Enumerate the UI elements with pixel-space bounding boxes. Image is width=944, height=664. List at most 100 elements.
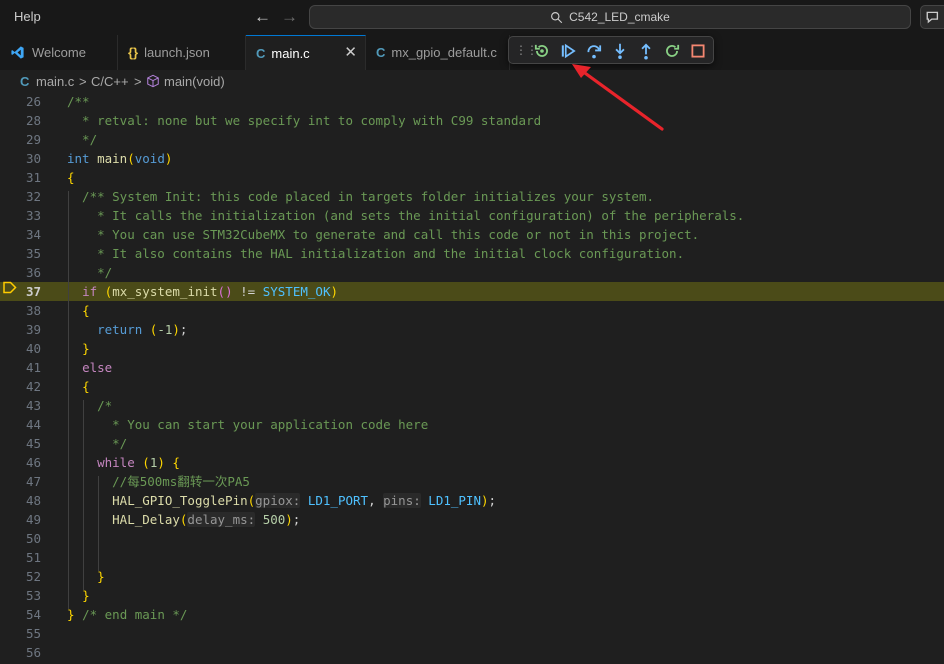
method-cube-icon bbox=[147, 74, 159, 88]
code-line[interactable]: 40 } bbox=[0, 339, 944, 358]
code-line[interactable]: 43 /* bbox=[0, 396, 944, 415]
code-line[interactable]: 29 */ bbox=[0, 130, 944, 149]
code-text: } bbox=[82, 588, 90, 603]
line-number[interactable]: 38 bbox=[0, 301, 41, 320]
line-number[interactable]: 46 bbox=[0, 453, 41, 472]
code-line[interactable]: 34 * You can use STM32CubeMX to generate… bbox=[0, 225, 944, 244]
line-number[interactable]: 36 bbox=[0, 263, 41, 282]
code-line[interactable]: 50 bbox=[0, 529, 944, 548]
menu-help[interactable]: Help bbox=[14, 9, 41, 24]
restart-icon[interactable] bbox=[533, 42, 551, 60]
line-number[interactable]: 52 bbox=[0, 567, 41, 586]
code-text: int main(void) bbox=[67, 151, 173, 166]
code-text: */ bbox=[67, 265, 113, 280]
line-number[interactable]: 51 bbox=[0, 548, 41, 567]
breadcrumb-symbol[interactable]: main(void) bbox=[164, 74, 225, 89]
line-number[interactable]: 39 bbox=[0, 320, 41, 339]
code-line[interactable]: 33 * It calls the initialization (and se… bbox=[0, 206, 944, 225]
code-line[interactable]: 41 else bbox=[0, 358, 944, 377]
search-label: C542_LED_cmake bbox=[569, 10, 670, 24]
line-number[interactable]: 45 bbox=[0, 434, 41, 453]
line-number[interactable]: 32 bbox=[0, 187, 41, 206]
line-number[interactable]: 29 bbox=[0, 130, 41, 149]
line-number[interactable]: 48 bbox=[0, 491, 41, 510]
close-icon[interactable]: ✕ bbox=[344, 45, 357, 61]
stop-icon[interactable] bbox=[689, 42, 707, 60]
line-number[interactable]: 49 bbox=[0, 510, 41, 529]
code-text: * It calls the initialization (and sets … bbox=[67, 208, 745, 223]
indent-guide bbox=[83, 400, 84, 590]
c-file-icon: C bbox=[256, 45, 266, 61]
code-line[interactable]: 37 if (mx_system_init() != SYSTEM_OK) bbox=[0, 282, 944, 301]
line-number[interactable]: 50 bbox=[0, 529, 41, 548]
line-number[interactable]: 54 bbox=[0, 605, 41, 624]
line-number[interactable]: 30 bbox=[0, 149, 41, 168]
breadcrumb-file[interactable]: main.c bbox=[36, 74, 74, 89]
code-line[interactable]: 44 * You can start your application code… bbox=[0, 415, 944, 434]
line-number[interactable]: 40 bbox=[0, 339, 41, 358]
code-text: } bbox=[82, 341, 90, 356]
line-number[interactable]: 43 bbox=[0, 396, 41, 415]
arrow-right-icon[interactable]: → bbox=[281, 8, 298, 26]
line-number[interactable]: 47 bbox=[0, 472, 41, 491]
breadcrumb: C main.c > C/C++ > main(void) bbox=[0, 70, 944, 92]
code-line[interactable]: 54 } /* end main */ bbox=[0, 605, 944, 624]
breadcrumb-folder[interactable]: C/C++ bbox=[91, 74, 129, 89]
line-number[interactable]: 55 bbox=[0, 624, 41, 643]
code-line[interactable]: 39 return (-1); bbox=[0, 320, 944, 339]
tab-label: main.c bbox=[271, 45, 310, 61]
line-number[interactable]: 28 bbox=[0, 111, 41, 130]
code-line[interactable]: 55 bbox=[0, 624, 944, 643]
code-line[interactable]: 42 { bbox=[0, 377, 944, 396]
code-line[interactable]: 53 } bbox=[0, 586, 944, 605]
code-line[interactable]: 36 */ bbox=[0, 263, 944, 282]
code-line[interactable]: 45 */ bbox=[0, 434, 944, 453]
code-line[interactable]: 31 { bbox=[0, 168, 944, 187]
code-text: } /* end main */ bbox=[67, 607, 188, 622]
code-line[interactable]: 51 bbox=[0, 548, 944, 567]
code-text: * You can use STM32CubeMX to generate an… bbox=[67, 227, 700, 242]
arrow-left-icon[interactable]: ← bbox=[254, 8, 271, 26]
breadcrumb-separator: > bbox=[134, 74, 142, 89]
code-text: /* bbox=[67, 398, 113, 413]
code-text: * It also contains the HAL initializatio… bbox=[67, 246, 685, 261]
code-line[interactable]: 35 * It also contains the HAL initializa… bbox=[0, 244, 944, 263]
line-number[interactable]: 56 bbox=[0, 643, 41, 662]
code-editor[interactable]: 26 /** 28 * retval: none but we specify in… bbox=[0, 92, 944, 664]
tab-mx-gpio-default-c[interactable]: C mx_gpio_default.c bbox=[366, 35, 510, 70]
code-line[interactable]: 30 int main(void) bbox=[0, 149, 944, 168]
code-line[interactable]: 47 //每500ms翻转一次PA5 bbox=[0, 472, 944, 491]
code-line[interactable]: 38 { bbox=[0, 301, 944, 320]
breadcrumb-separator: > bbox=[79, 74, 87, 89]
line-number[interactable]: 41 bbox=[0, 358, 41, 377]
code-line[interactable]: 52 } bbox=[0, 567, 944, 586]
line-number[interactable]: 44 bbox=[0, 415, 41, 434]
code-line[interactable]: 32 /** System Init: this code placed in … bbox=[0, 187, 944, 206]
code-text: HAL_GPIO_TogglePin(gpiox: LD1_PORT, pins… bbox=[112, 493, 497, 508]
command-center-search[interactable]: C542_LED_cmake bbox=[309, 5, 911, 29]
code-line[interactable]: 48 HAL_GPIO_TogglePin(gpiox: LD1_PORT, p… bbox=[0, 491, 944, 510]
line-number[interactable]: 34 bbox=[0, 225, 41, 244]
line-number[interactable]: 35 bbox=[0, 244, 41, 263]
code-text: if (mx_system_init() != SYSTEM_OK) bbox=[82, 284, 338, 299]
code-line[interactable]: 26 /** bbox=[0, 92, 944, 111]
code-line[interactable]: 49 HAL_Delay(delay_ms: 500); bbox=[0, 510, 944, 529]
tab-label: launch.json bbox=[144, 45, 210, 60]
code-line[interactable]: 28 * retval: none but we specify int to … bbox=[0, 111, 944, 130]
code-line[interactable]: 46 while (1) { bbox=[0, 453, 944, 472]
line-number[interactable]: 42 bbox=[0, 377, 41, 396]
tab-label: mx_gpio_default.c bbox=[391, 45, 497, 60]
tab-launch-json[interactable]: {} launch.json bbox=[118, 35, 246, 70]
code-line[interactable]: 56 bbox=[0, 643, 944, 662]
code-text: { bbox=[82, 303, 90, 318]
code-text: //每500ms翻转一次PA5 bbox=[67, 474, 250, 489]
line-number[interactable]: 31 bbox=[0, 168, 41, 187]
tab-label: Welcome bbox=[32, 45, 86, 60]
tab-welcome[interactable]: Welcome bbox=[0, 35, 118, 70]
tab-main-c[interactable]: C main.c ✕ bbox=[246, 35, 366, 70]
line-number[interactable]: 53 bbox=[0, 586, 41, 605]
line-number[interactable]: 26 bbox=[0, 92, 41, 111]
json-icon: {} bbox=[128, 45, 139, 60]
line-number[interactable]: 33 bbox=[0, 206, 41, 225]
chat-button[interactable] bbox=[920, 5, 944, 29]
